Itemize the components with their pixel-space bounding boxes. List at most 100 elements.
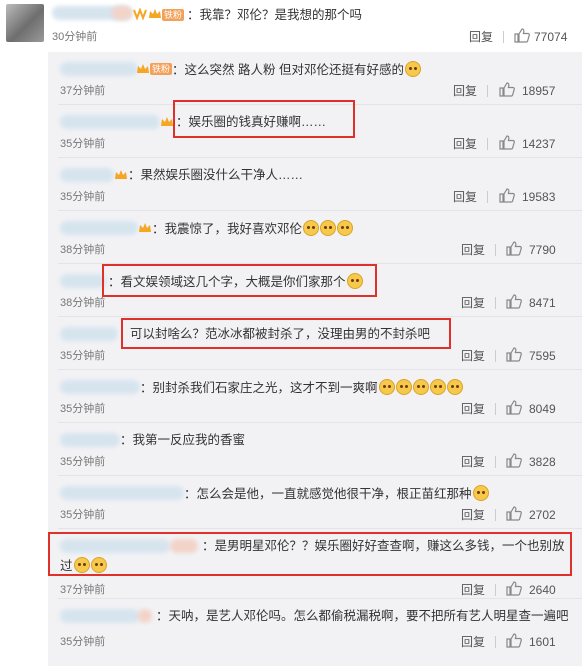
timestamp: 37分钟前: [60, 584, 106, 596]
reply-button[interactable]: 回复: [461, 455, 485, 469]
divider: [487, 85, 488, 97]
highlight-box: [102, 264, 377, 297]
thumbs-up-icon[interactable]: [506, 453, 522, 468]
list-item: ：果然娱乐圈没什么干净人…… 35分钟前 回复 19583: [48, 158, 582, 211]
emoji-icon: [472, 485, 489, 501]
emoji-icon: [404, 61, 421, 77]
comment-thread: 铁粉 ：我靠？邓伦？是我想的那个吗 30分钟前 回复 77074 铁粉 ：这么突…: [0, 0, 582, 666]
thumbs-up-icon[interactable]: [506, 506, 522, 521]
like-count: 7790: [529, 243, 556, 257]
blurred-username[interactable]: [60, 380, 140, 394]
reply-button[interactable]: 回复: [453, 84, 477, 98]
reply-button[interactable]: 回复: [461, 583, 485, 597]
timestamp: 35分钟前: [60, 456, 106, 468]
highlight-box: [48, 532, 572, 576]
blurred-username[interactable]: [60, 433, 120, 447]
timestamp: 35分钟前: [60, 509, 106, 521]
divider: [495, 350, 496, 362]
comment-text: ：天呐，是艺人邓伦吗。怎么都偷税漏税啊，要不把所有艺人明星查一遍吧: [156, 609, 569, 623]
list-item: ：天呐，是艺人邓伦吗。怎么都偷税漏税啊，要不把所有艺人明星查一遍吧 35分钟前 …: [48, 599, 582, 666]
reply-button[interactable]: 回复: [461, 349, 485, 363]
like-count: 2702: [529, 508, 556, 522]
thumbs-up-icon[interactable]: [506, 347, 522, 362]
comment-text: ：我震惊了，我好喜欢邓伦: [152, 220, 354, 237]
reply-button[interactable]: 回复: [453, 190, 477, 204]
thumbs-up-icon[interactable]: [499, 135, 515, 150]
fan-badge: 铁粉: [162, 9, 185, 21]
reply-button[interactable]: 回复: [461, 508, 485, 522]
blurred-username[interactable]: [60, 221, 138, 235]
comment-text: ：别封杀我们石家庄之光，这才不到一爽啊: [140, 379, 463, 396]
thumbs-up-icon[interactable]: [506, 294, 522, 309]
thumbs-up-icon[interactable]: [499, 188, 515, 203]
list-item: ：怎么会是他，一直就感觉他很干净，根正苗红那种 35分钟前 回复 2702: [48, 476, 582, 529]
like-count: 1601: [529, 635, 556, 649]
emoji-icon: [412, 379, 429, 395]
timestamp: 37分钟前: [60, 85, 106, 97]
reply-button[interactable]: 回复: [461, 243, 485, 257]
emoji-icon: [395, 379, 412, 395]
thumbs-up-icon[interactable]: [499, 82, 515, 97]
list-item: 铁粉 ：这么突然 路人粉 但对邓伦还挺有好感的 37分钟前 回复 18957: [48, 52, 582, 105]
emoji-icon: [303, 220, 320, 236]
top-comment: 铁粉 ：我靠？邓伦？是我想的那个吗 30分钟前 回复 77074: [0, 0, 582, 48]
comment-text: ：果然娱乐圈没什么干净人……: [128, 168, 304, 182]
avatar[interactable]: [6, 4, 44, 42]
timestamp: 30分钟前: [52, 31, 98, 43]
blurred-username[interactable]: [60, 62, 138, 76]
thumbs-up-icon[interactable]: [506, 241, 522, 256]
divider: [495, 456, 496, 468]
like-count: 8049: [529, 402, 556, 416]
thumbs-up-icon[interactable]: [514, 28, 530, 43]
blurred-username[interactable]: [60, 115, 160, 129]
timestamp: 38分钟前: [60, 297, 106, 309]
like-count: 2640: [529, 583, 556, 597]
reply-button[interactable]: 回复: [453, 137, 477, 151]
replies-list: 铁粉 ：这么突然 路人粉 但对邓伦还挺有好感的 37分钟前 回复 18957 ：…: [48, 52, 582, 666]
divider: [495, 584, 496, 596]
vip-icon: [133, 8, 147, 20]
divider: [495, 297, 496, 309]
like-count: 19583: [522, 190, 556, 204]
blurred-username-tail: [138, 609, 152, 623]
emoji-icon: [446, 379, 463, 395]
thumbs-up-icon[interactable]: [506, 581, 522, 596]
blurred-username-tail: [112, 6, 132, 20]
timestamp: 38分钟前: [60, 244, 106, 256]
comment-text: ：我第一反应我的香蜜: [120, 433, 246, 447]
reply-button[interactable]: 回复: [461, 296, 485, 310]
crown-icon: [115, 170, 127, 179]
emoji-icon: [337, 220, 354, 236]
like-count: 3828: [529, 455, 556, 469]
blurred-username[interactable]: [60, 327, 118, 341]
comment-text: ：这么突然 路人粉 但对邓伦还挺有好感的: [172, 61, 421, 78]
crown-icon: [161, 117, 173, 126]
comment-text: ：我靠？邓伦？是我想的那个吗: [187, 8, 363, 22]
like-count: 7595: [529, 349, 556, 363]
blurred-username[interactable]: [60, 609, 140, 623]
blurred-username[interactable]: [60, 274, 106, 288]
blurred-username[interactable]: [60, 486, 184, 500]
timestamp: 35分钟前: [60, 350, 106, 362]
emoji-icon: [429, 379, 446, 395]
divider: [487, 191, 488, 203]
divider: [495, 244, 496, 256]
reply-button[interactable]: 回复: [469, 30, 493, 44]
reply-button[interactable]: 回复: [461, 402, 485, 416]
emoji-icon: [320, 220, 337, 236]
divider: [495, 636, 496, 648]
like-count: 77074: [534, 30, 568, 44]
divider: [495, 509, 496, 521]
list-item: ：别封杀我们石家庄之光，这才不到一爽啊 35分钟前 回复 8049: [48, 370, 582, 423]
reply-button[interactable]: 回复: [461, 635, 485, 649]
crown-icon: [139, 223, 151, 232]
highlight-box: [121, 318, 451, 349]
comment-text: ：怎么会是他，一直就感觉他很干净，根正苗红那种: [184, 485, 489, 502]
thumbs-up-icon[interactable]: [506, 400, 522, 415]
like-count: 18957: [522, 84, 556, 98]
divider: [487, 138, 488, 150]
like-count: 14237: [522, 137, 556, 151]
thumbs-up-icon[interactable]: [506, 633, 522, 648]
timestamp: 35分钟前: [60, 138, 106, 150]
blurred-username[interactable]: [60, 168, 114, 182]
